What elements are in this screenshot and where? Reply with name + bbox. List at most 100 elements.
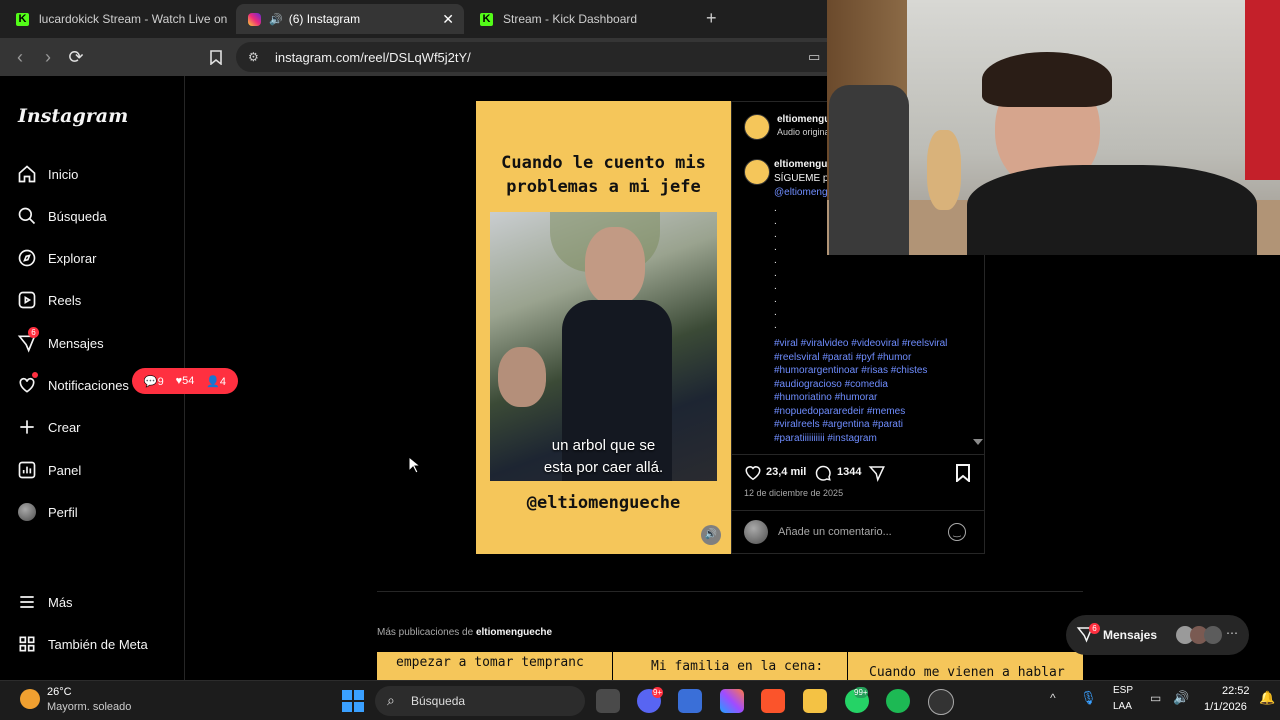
sidebar-item-mas[interactable]: Más bbox=[16, 591, 73, 613]
new-tab-button[interactable]: + bbox=[706, 8, 717, 29]
meta-grid-icon bbox=[16, 633, 38, 655]
tab-kick-dashboard[interactable]: K Stream - Kick Dashboard bbox=[468, 4, 694, 34]
hashtag-line[interactable]: #humoriatino #humorar bbox=[774, 391, 974, 405]
streamer-hair bbox=[982, 52, 1112, 107]
sidebar-item-mensajes[interactable]: 6 Mensajes bbox=[16, 327, 104, 354]
speaker-icon[interactable]: 🔊 bbox=[269, 13, 283, 26]
reload-icon[interactable]: ⟳ bbox=[64, 38, 88, 76]
messages-float-button[interactable]: 6 Mensajes ⋯ bbox=[1066, 615, 1249, 655]
like-button[interactable] bbox=[744, 464, 762, 486]
forward-icon[interactable]: › bbox=[36, 38, 60, 76]
hashtag-line[interactable]: #viral #viralvideo #videoviral #reelsvir… bbox=[774, 337, 974, 351]
sidebar-item-label: Mensajes bbox=[48, 335, 104, 351]
caption-mention[interactable]: @eltiomeng bbox=[774, 186, 828, 200]
more-post-thumb[interactable]: Mi familia en la cena: bbox=[613, 652, 847, 680]
caption-text: SÍGUEME p bbox=[774, 173, 829, 184]
address-bar[interactable]: ⚙ instagram.com/reel/DSLqWf5j2tY/ ▭ bbox=[236, 42, 828, 72]
more-post-thumb[interactable]: empezar a tomar tempranc bbox=[377, 652, 612, 680]
sidebar-item-perfil[interactable]: Perfil bbox=[16, 501, 78, 523]
streamer-shirt bbox=[967, 165, 1257, 255]
volume-icon[interactable]: 🔊 bbox=[1173, 690, 1189, 706]
instagram-logo[interactable]: Instagram bbox=[18, 105, 128, 127]
install-app-icon[interactable]: ▭ bbox=[808, 49, 820, 65]
obs-icon[interactable] bbox=[928, 689, 954, 715]
tab-instagram[interactable]: 🔊 (6) Instagram ✕ bbox=[236, 4, 464, 34]
spotify-icon[interactable] bbox=[886, 689, 910, 713]
bookmark-icon[interactable] bbox=[204, 38, 228, 80]
hashtag-line[interactable]: #paratiiiiiiiiii #instagram bbox=[774, 432, 974, 446]
sidebar-item-notificaciones[interactable]: Notificaciones bbox=[16, 372, 129, 396]
notification-center-icon[interactable]: 🔔 bbox=[1259, 690, 1275, 706]
reel-video[interactable]: Cuando le cuento mis problemas a mi jefe… bbox=[476, 101, 731, 554]
sidebar-item-label: También de Meta bbox=[48, 636, 148, 652]
share-button[interactable] bbox=[868, 464, 886, 487]
sidebar-item-label: Búsqueda bbox=[48, 208, 107, 224]
hashtag-line[interactable]: #nopuedopararedeir #memes bbox=[774, 405, 974, 419]
browser-tab-bar: K lucardokick Stream - Watch Live on K 🔊… bbox=[0, 0, 828, 38]
clock-date[interactable]: 1/1/2026 bbox=[1204, 701, 1247, 713]
clock-time[interactable]: 22:52 bbox=[1222, 685, 1250, 697]
more-post-thumb[interactable]: Cuando me vienen a hablar bbox=[848, 652, 1083, 680]
windows-start-icon[interactable] bbox=[342, 690, 364, 712]
follows-count: 👤4 bbox=[206, 375, 227, 388]
site-info-icon[interactable]: ⚙ bbox=[248, 50, 259, 64]
show-hidden-icons[interactable]: ^ bbox=[1050, 691, 1056, 705]
scroll-down-arrow-icon[interactable] bbox=[973, 439, 983, 445]
app-icon[interactable] bbox=[678, 689, 702, 713]
more-posts-author[interactable]: eltiomengueche bbox=[476, 627, 552, 638]
hashtag-line[interactable]: #humorargentinoar #risas #chistes bbox=[774, 364, 974, 378]
network-icon[interactable]: ▭ bbox=[1150, 691, 1161, 705]
audio-label[interactable]: Audio original bbox=[777, 127, 832, 137]
sidebar-item-explorar[interactable]: Explorar bbox=[16, 247, 96, 269]
share-icon bbox=[868, 466, 885, 482]
discord-badge: 9+ bbox=[652, 687, 663, 698]
comment-input[interactable]: Añade un comentario... bbox=[778, 526, 892, 538]
taskbar-search[interactable]: ⌕ Búsqueda bbox=[375, 686, 585, 716]
weather-icon[interactable] bbox=[20, 689, 40, 709]
language-top[interactable]: ESP bbox=[1113, 685, 1133, 696]
weather-desc[interactable]: Mayorm. soleado bbox=[47, 701, 131, 713]
microphone-icon[interactable]: 🎙 bbox=[1080, 690, 1097, 706]
emoji-icon[interactable]: ‿ bbox=[948, 523, 966, 541]
woman-face bbox=[498, 347, 546, 407]
likes-count[interactable]: 23,4 mil bbox=[766, 466, 806, 478]
save-button[interactable] bbox=[955, 464, 971, 487]
hashtag-line[interactable]: #audiogracioso #comedia bbox=[774, 378, 974, 392]
brave-icon[interactable] bbox=[761, 689, 785, 713]
search-icon bbox=[16, 205, 38, 227]
kick-icon: K bbox=[480, 12, 493, 26]
close-tab-icon[interactable]: ✕ bbox=[442, 11, 454, 28]
notifications-tooltip[interactable]: 💬9 ♥54 👤4 bbox=[132, 368, 238, 394]
caption-avatar[interactable] bbox=[744, 159, 770, 185]
tab-label: lucardokick Stream - Watch Live on K bbox=[39, 12, 230, 26]
reel-subtitle: un arbol que se esta por caer allá. bbox=[543, 437, 664, 476]
back-icon[interactable]: ‹ bbox=[8, 38, 32, 76]
home-icon bbox=[16, 163, 38, 185]
file-explorer-icon[interactable] bbox=[803, 689, 827, 713]
sidebar-item-busqueda[interactable]: Búsqueda bbox=[16, 205, 107, 227]
search-label: Búsqueda bbox=[411, 694, 466, 708]
tab-kick-stream[interactable]: K lucardokick Stream - Watch Live on K bbox=[4, 4, 230, 34]
chart-icon bbox=[16, 459, 38, 481]
sidebar-item-panel[interactable]: Panel bbox=[16, 459, 81, 481]
comments-count[interactable]: 1344 bbox=[837, 466, 861, 478]
comment-icon: 💬 bbox=[143, 375, 158, 388]
hashtag-line[interactable]: #reelsviral #parati #pyf #humor bbox=[774, 351, 974, 365]
mute-toggle-icon[interactable]: 🔊 bbox=[701, 525, 721, 545]
weather-temp[interactable]: 26°C bbox=[47, 686, 72, 698]
hashtag-line[interactable]: #viralreels #argentina #parati bbox=[774, 418, 974, 432]
sidebar-item-inicio[interactable]: Inicio bbox=[16, 163, 78, 185]
divider bbox=[377, 591, 1083, 592]
url-text[interactable]: instagram.com/reel/DSLqWf5j2tY/ bbox=[275, 50, 471, 65]
author-avatar[interactable] bbox=[744, 114, 770, 140]
language-bottom[interactable]: LAA bbox=[1113, 701, 1132, 712]
comment-button[interactable] bbox=[814, 464, 832, 487]
post-date: 12 de diciembre de 2025 bbox=[744, 488, 844, 498]
task-view-icon[interactable] bbox=[596, 689, 620, 713]
sidebar-item-reels[interactable]: Reels bbox=[16, 289, 81, 311]
tab-label: Stream - Kick Dashboard bbox=[503, 12, 638, 26]
copilot-icon[interactable] bbox=[720, 689, 744, 713]
sidebar-item-crear[interactable]: Crear bbox=[16, 416, 81, 438]
messages-badge: 6 bbox=[28, 327, 39, 338]
sidebar-item-meta[interactable]: También de Meta bbox=[16, 633, 148, 655]
